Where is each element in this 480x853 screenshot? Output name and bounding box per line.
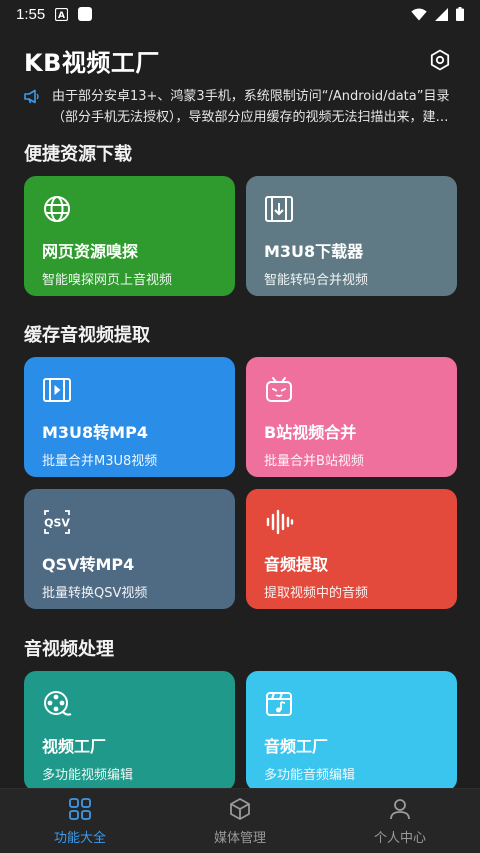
card-audio-factory[interactable]: 音频工厂 多功能音频编辑	[246, 671, 457, 791]
card-audio-extract[interactable]: 音频提取 提取视频中的音频	[246, 489, 457, 609]
video-file-icon	[42, 375, 72, 405]
card-m3u8-to-mp4[interactable]: M3U8转MP4 批量合并M3U8视频	[24, 357, 235, 477]
card-subtitle: 智能转码合并视频	[264, 273, 369, 288]
section-title-download: 便捷资源下载	[24, 144, 132, 165]
nav-item-media[interactable]: 媒体管理	[160, 789, 320, 853]
status-bar: 1:55 A	[0, 0, 480, 28]
card-title: QSV转MP4	[42, 555, 135, 574]
card-subtitle: 多功能音频编辑	[264, 768, 356, 783]
svg-text:QSV: QSV	[44, 517, 70, 530]
section-title-extract: 缓存音视频提取	[24, 325, 150, 346]
battery-icon	[456, 7, 464, 21]
notice-banner[interactable]: 由于部分安卓13+、鸿蒙3手机，系统限制访问“/Android/data”目录（…	[24, 86, 458, 130]
sound-wave-icon	[264, 507, 294, 537]
card-title: 音频工厂	[264, 737, 329, 756]
section-title-processing: 音视频处理	[24, 639, 114, 660]
card-bilibili-merge[interactable]: B站视频合并 批量合并B站视频	[246, 357, 457, 477]
megaphone-icon	[24, 86, 42, 130]
app-header: KB视频工厂	[0, 40, 480, 80]
settings-hexagon-icon	[430, 49, 450, 71]
bottom-nav: 功能大全 媒体管理 个人中心	[0, 788, 480, 853]
notification-a-icon: A	[55, 7, 69, 21]
nav-item-features[interactable]: 功能大全	[0, 789, 160, 853]
app-title: KB视频工厂	[24, 48, 160, 77]
nav-label: 功能大全	[53, 830, 106, 846]
status-time: 1:55	[16, 5, 46, 23]
card-subtitle: 批量转换QSV视频	[42, 586, 148, 601]
card-subtitle: 批量合并M3U8视频	[42, 454, 158, 469]
film-reel-icon	[42, 689, 72, 719]
grid-icon	[69, 797, 91, 820]
download-film-icon	[264, 194, 294, 224]
nav-item-profile[interactable]: 个人中心	[320, 789, 480, 853]
card-title: B站视频合并	[264, 423, 357, 442]
card-title: M3U8下载器	[264, 242, 364, 261]
nav-label: 个人中心	[373, 830, 426, 846]
square-icon	[78, 7, 93, 21]
wifi-icon	[411, 8, 427, 21]
card-subtitle: 批量合并B站视频	[264, 454, 364, 469]
settings-button[interactable]	[424, 44, 456, 76]
card-title: M3U8转MP4	[42, 423, 148, 442]
notice-text: 由于部分安卓13+、鸿蒙3手机，系统限制访问“/Android/data”目录（…	[52, 89, 450, 125]
card-title: 网页资源嗅探	[42, 242, 139, 261]
music-clapper-icon	[264, 689, 294, 719]
card-title: 音频提取	[264, 555, 329, 574]
card-m3u8-downloader[interactable]: M3U8下载器 智能转码合并视频	[246, 176, 457, 296]
card-video-factory[interactable]: 视频工厂 多功能视频编辑	[24, 671, 235, 791]
card-subtitle: 多功能视频编辑	[42, 768, 134, 783]
qsv-icon: QSV	[42, 507, 72, 537]
card-subtitle: 提取视频中的音频	[264, 586, 369, 601]
card-title: 视频工厂	[42, 737, 107, 756]
card-subtitle: 智能嗅探网页上音视频	[42, 273, 173, 288]
signal-icon	[435, 7, 448, 21]
person-icon	[390, 798, 410, 819]
card-qsv-to-mp4[interactable]: QSV QSV转MP4 批量转换QSV视频	[24, 489, 235, 609]
card-web-sniffer[interactable]: 网页资源嗅探 智能嗅探网页上音视频	[24, 176, 235, 296]
cube-icon	[230, 797, 250, 820]
nav-label: 媒体管理	[213, 830, 266, 846]
bilibili-tv-icon	[264, 375, 294, 405]
globe-icon	[42, 194, 72, 224]
svg-text:A: A	[58, 11, 65, 21]
